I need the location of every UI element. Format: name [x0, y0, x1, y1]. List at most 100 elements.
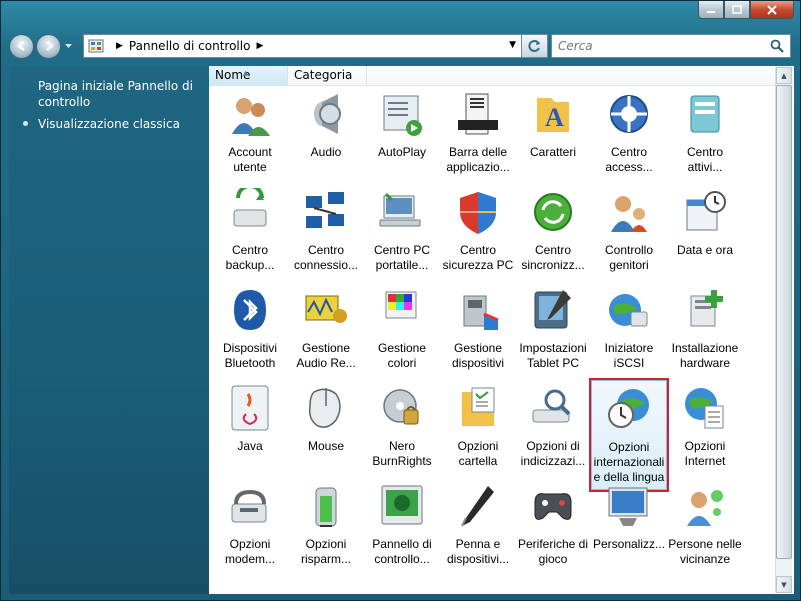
cp-item-label-line: Centro [459, 243, 497, 257]
close-button[interactable] [750, 1, 794, 19]
refresh-button[interactable] [522, 34, 548, 58]
cp-item-impostazioni-tablet-pc[interactable]: Impostazioni Tablet PC [515, 286, 591, 371]
address-bar[interactable]: ▶ Pannello di controllo ▶ ▼ [83, 34, 522, 58]
cp-item-label-line: Installazione [671, 341, 739, 355]
installazione-hardware-icon [690, 290, 723, 327]
cp-item-opzioni-internet[interactable]: Opzioni Internet [667, 384, 743, 469]
minimize-button[interactable] [698, 1, 724, 19]
barra-delle-applicazio-icon [458, 93, 498, 135]
cp-item-centro-sincronizz[interactable]: Centro sincronizz... [515, 188, 591, 273]
cp-item-label-line: sincronizz... [521, 258, 585, 272]
cp-item-centro-access[interactable]: Centro access... [591, 90, 667, 175]
cp-item-caratteri[interactable]: A Caratteri [515, 90, 591, 160]
cp-item-pannello-di-controllo[interactable]: Pannello di controllo... [364, 482, 440, 567]
pannello-di-controllo-icon [381, 485, 423, 525]
cp-item-label-line: Dispositivi [222, 341, 277, 355]
cp-item-penna-e-dispositivi[interactable]: Penna e dispositivi... [440, 482, 516, 567]
link-classic-view[interactable]: Visualizzazione classica [23, 116, 195, 132]
audio-icon [314, 94, 341, 134]
chevron-down-icon [64, 43, 72, 48]
cp-item-label-line: connessio... [293, 258, 359, 272]
opzioni-risparm-icon [315, 487, 337, 527]
search-box[interactable] [551, 34, 791, 58]
cp-item-label: Opzioni internazionali e della lingua [592, 440, 666, 485]
search-input[interactable] [552, 39, 752, 53]
cp-item-nero-burnrights[interactable]: Nero BurnRights [364, 384, 440, 469]
persone-nelle-vicinanze-icon [687, 490, 723, 526]
cp-item-dispositivi-bluetooth[interactable]: Dispositivi Bluetooth [212, 286, 288, 371]
cp-item-personalizz[interactable]: Personalizz... [591, 482, 667, 552]
cp-item-label: Persone nelle vicinanze [667, 537, 743, 567]
cp-item-label-line: controllo... [374, 552, 430, 566]
cp-item-opzioni-modem[interactable]: Opzioni modem... [212, 482, 288, 567]
maximize-button[interactable] [724, 1, 750, 19]
vertical-scrollbar[interactable]: ▲ ▼ [775, 67, 792, 593]
cp-item-autoplay[interactable]: AutoPlay [364, 90, 440, 160]
cp-item-label-line: attivi... [687, 160, 723, 174]
cp-item-label-line: Opzioni [684, 439, 726, 453]
cp-item-installazione-hardware[interactable]: Installazione hardware [667, 286, 743, 371]
cp-item-centro-pc-portatile[interactable]: Centro PC portatile... [364, 188, 440, 273]
cp-item-label-line: Caratteri [529, 145, 576, 159]
cp-item-gestione-dispositivi[interactable]: Gestione dispositivi [440, 286, 516, 371]
cp-item-label-line: Java [237, 439, 263, 453]
cp-item-centro-attivi[interactable]: Centro attivi... [667, 90, 743, 175]
cp-item-gestione-colori[interactable]: Gestione colori [364, 286, 440, 371]
cp-item-centro-sicurezza-pc[interactable]: Centro sicurezza PC [440, 188, 516, 273]
cp-item-controllo-genitori[interactable]: Controllo genitori [591, 188, 667, 273]
link-control-panel-home[interactable]: Pagina iniziale Pannello di controllo [38, 78, 195, 110]
cp-item-label-line: Centro [686, 145, 724, 159]
cp-item-label: Barra delle applicazio... [440, 145, 516, 175]
cp-item-label: Java [212, 439, 288, 454]
cp-item-label: Dispositivi Bluetooth [212, 341, 288, 371]
controllo-genitori-icon [611, 196, 647, 232]
cp-item-label-line: Penna e [455, 537, 501, 551]
cp-item-opzioni-cartella[interactable]: Opzioni cartella [440, 384, 516, 469]
gestione-colori-icon [385, 291, 417, 319]
cp-item-periferiche-di-gioco[interactable]: Periferiche di gioco [515, 482, 591, 567]
cp-item-label-line: risparm... [300, 552, 351, 566]
scroll-down-button[interactable]: ▼ [776, 576, 792, 593]
cp-item-label-line: Opzioni [305, 537, 347, 551]
breadcrumb-separator[interactable]: ▶ [116, 41, 123, 51]
history-dropdown[interactable] [63, 34, 73, 59]
centro-access-icon [610, 95, 648, 133]
cp-item-centro-backup[interactable]: Centro backup... [212, 184, 288, 273]
opzioni-modem-icon [231, 489, 267, 523]
back-button[interactable] [9, 33, 34, 59]
cp-item-iniziatore-iscsi[interactable]: Iniziatore iSCSI [591, 286, 667, 371]
breadcrumb-separator[interactable]: ▶ [256, 41, 263, 51]
cp-item-opzioni-internazionali-e-della-lingua[interactable]: Opzioni internazionali e della lingua [589, 378, 669, 492]
cp-item-label-line: AutoPlay [377, 145, 427, 159]
scrollbar-thumb[interactable] [776, 85, 792, 559]
cp-item-opzioni-risparm[interactable]: Opzioni risparm... [288, 482, 364, 567]
cp-item-label: Opzioni modem... [212, 537, 288, 567]
cp-item-data-e-ora[interactable]: Data e ora [667, 188, 743, 258]
cp-item-mouse[interactable]: Mouse [288, 384, 364, 454]
cp-item-label: Centro sicurezza PC [440, 243, 516, 273]
cp-item-java[interactable]: Java [212, 384, 288, 454]
cp-item-label-line: Centro [307, 243, 345, 257]
cp-item-label: Centro PC portatile... [364, 243, 440, 273]
search-icon[interactable] [770, 39, 784, 53]
breadcrumb-control-panel[interactable]: Pannello di controllo [129, 39, 251, 53]
scroll-up-button[interactable]: ▲ [776, 67, 792, 84]
cp-item-opzioni-di-indicizzazi[interactable]: Opzioni di indicizzazi... [515, 384, 591, 469]
column-header-name[interactable]: ▲ Nome [209, 66, 288, 86]
cp-item-label: Audio [288, 145, 364, 160]
cp-item-centro-connessio[interactable]: Centro connessio... [288, 188, 364, 273]
cp-item-persone-nelle-vicinanze[interactable]: Persone nelle vicinanze [667, 482, 743, 567]
cp-item-label-line: Gestione [453, 341, 503, 355]
cp-item-label-line: access... [605, 160, 653, 174]
cp-item-label-line: portatile... [375, 258, 429, 272]
cp-item-gestione-audio-re[interactable]: Gestione Audio Re... [288, 286, 364, 371]
cp-item-audio[interactable]: Audio [288, 90, 364, 160]
cp-item-label-line: utente [233, 160, 267, 174]
column-header-category[interactable]: Categoria [288, 66, 367, 86]
cp-item-label-line: Opzioni di [526, 439, 580, 453]
address-dropdown-icon[interactable]: ▼ [509, 40, 516, 50]
cp-item-account-utente[interactable]: Account utente [212, 90, 288, 175]
forward-button[interactable] [36, 33, 61, 59]
cp-item-barra-delle-applicazio[interactable]: Barra delle applicazio... [440, 90, 516, 175]
minimize-icon [707, 10, 715, 13]
